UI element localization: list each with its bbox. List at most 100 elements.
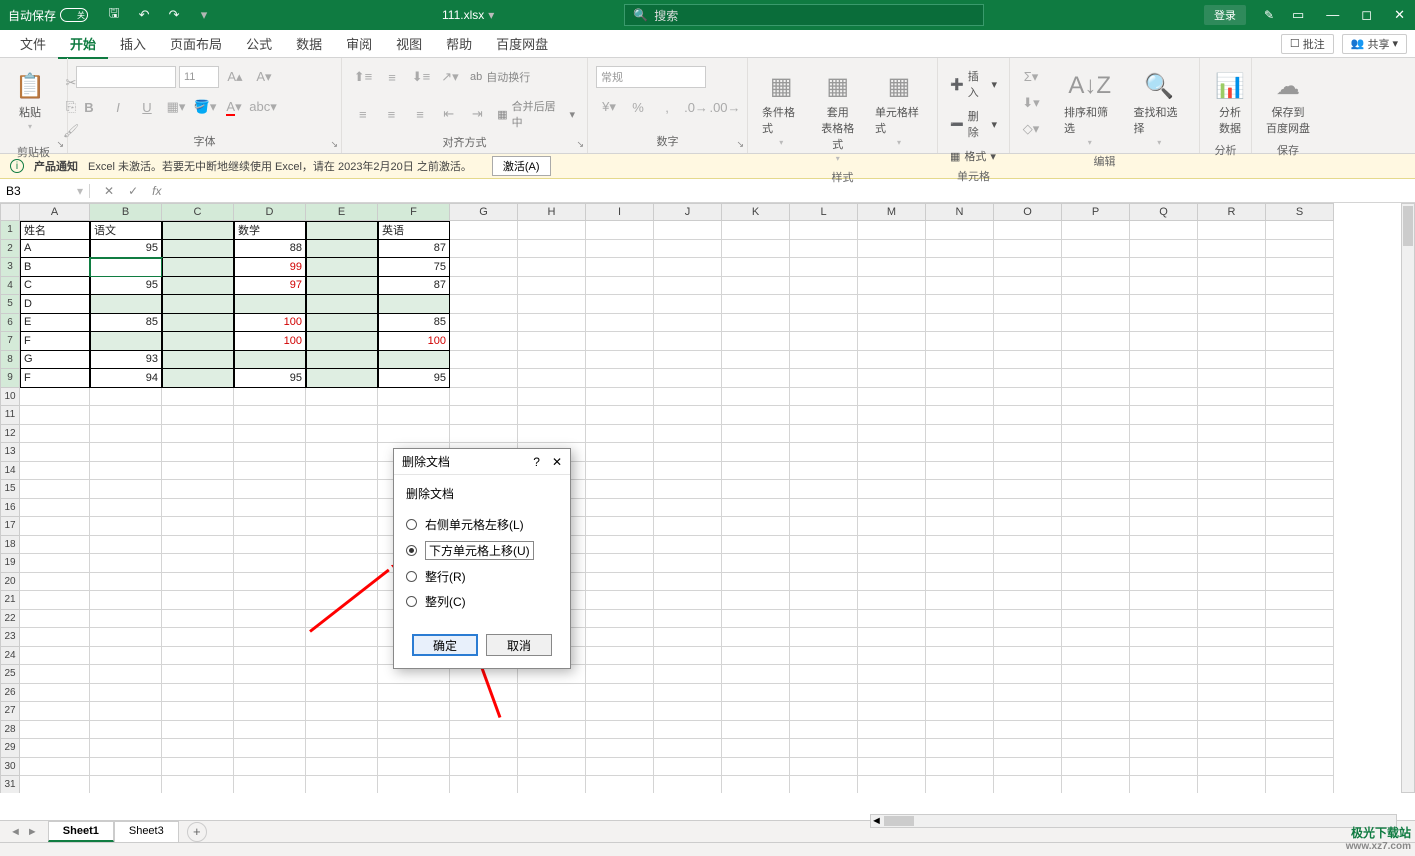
- cell[interactable]: [994, 425, 1062, 444]
- wrap-text-button[interactable]: ab 自动换行: [466, 67, 534, 87]
- cell[interactable]: [722, 277, 790, 296]
- cell[interactable]: [722, 721, 790, 740]
- number-format-select[interactable]: [596, 66, 706, 88]
- cell[interactable]: [1062, 499, 1130, 518]
- cell[interactable]: [926, 665, 994, 684]
- col-header-L[interactable]: L: [790, 203, 858, 221]
- cell[interactable]: [90, 628, 162, 647]
- cell[interactable]: [1198, 702, 1266, 721]
- cell[interactable]: [450, 314, 518, 333]
- cell[interactable]: [1266, 221, 1334, 240]
- cell[interactable]: [1130, 314, 1198, 333]
- cell[interactable]: [654, 314, 722, 333]
- cell[interactable]: [1266, 388, 1334, 407]
- cell[interactable]: [926, 425, 994, 444]
- cell[interactable]: [790, 314, 858, 333]
- cell[interactable]: [1130, 221, 1198, 240]
- cell[interactable]: [858, 388, 926, 407]
- font-select[interactable]: [76, 66, 176, 88]
- col-header-A[interactable]: A: [20, 203, 90, 221]
- radio-option-0[interactable]: 右侧单元格左移(L): [406, 512, 558, 537]
- cell[interactable]: [1198, 499, 1266, 518]
- cell[interactable]: [20, 628, 90, 647]
- cell[interactable]: [518, 776, 586, 793]
- cell[interactable]: [1266, 258, 1334, 277]
- cancel-fx-icon[interactable]: ✕: [104, 184, 114, 198]
- cell[interactable]: [20, 517, 90, 536]
- cell[interactable]: [234, 628, 306, 647]
- cell[interactable]: [378, 425, 450, 444]
- cell[interactable]: [162, 258, 234, 277]
- row-header-11[interactable]: 11: [0, 406, 20, 425]
- cell[interactable]: [586, 554, 654, 573]
- cell[interactable]: [1062, 758, 1130, 777]
- cell[interactable]: 100: [378, 332, 450, 351]
- cell[interactable]: [654, 758, 722, 777]
- cell[interactable]: [586, 684, 654, 703]
- cell[interactable]: [1130, 702, 1198, 721]
- cell[interactable]: [1198, 351, 1266, 370]
- cell[interactable]: [306, 425, 378, 444]
- cell[interactable]: [722, 221, 790, 240]
- cell[interactable]: [306, 665, 378, 684]
- row-header-3[interactable]: 3: [0, 258, 20, 277]
- cell[interactable]: [926, 499, 994, 518]
- border-icon[interactable]: ▦▾: [163, 96, 189, 118]
- fill-icon[interactable]: ⬇▾: [1018, 92, 1044, 114]
- cell[interactable]: [994, 721, 1062, 740]
- cell[interactable]: [20, 462, 90, 481]
- cell[interactable]: [1130, 332, 1198, 351]
- radio-option-3[interactable]: 整列(C): [406, 589, 558, 614]
- cell[interactable]: [586, 221, 654, 240]
- col-header-J[interactable]: J: [654, 203, 722, 221]
- cell[interactable]: [306, 221, 378, 240]
- cell[interactable]: [162, 406, 234, 425]
- cell[interactable]: [858, 610, 926, 629]
- cell[interactable]: [306, 739, 378, 758]
- cell[interactable]: [994, 647, 1062, 666]
- cell[interactable]: [306, 388, 378, 407]
- cell[interactable]: [994, 369, 1062, 388]
- cell[interactable]: [90, 758, 162, 777]
- cell[interactable]: [654, 721, 722, 740]
- cell[interactable]: [1266, 499, 1334, 518]
- cell[interactable]: [994, 776, 1062, 793]
- col-header-R[interactable]: R: [1198, 203, 1266, 221]
- launcher-icon[interactable]: ↘: [576, 139, 584, 150]
- cell[interactable]: [234, 647, 306, 666]
- close-dialog-icon[interactable]: ✕: [552, 455, 562, 469]
- launcher-icon[interactable]: ↘: [56, 139, 64, 150]
- cell[interactable]: [654, 573, 722, 592]
- cell[interactable]: [1198, 573, 1266, 592]
- cell[interactable]: [1266, 295, 1334, 314]
- cell[interactable]: [378, 295, 450, 314]
- row-header-10[interactable]: 10: [0, 388, 20, 407]
- login-button[interactable]: 登录: [1204, 5, 1246, 25]
- cell[interactable]: [90, 591, 162, 610]
- cell[interactable]: [20, 406, 90, 425]
- row-header-9[interactable]: 9: [0, 369, 20, 388]
- cell[interactable]: [994, 739, 1062, 758]
- cell[interactable]: [162, 573, 234, 592]
- cell[interactable]: [162, 499, 234, 518]
- cell[interactable]: [1130, 665, 1198, 684]
- col-header-E[interactable]: E: [306, 203, 378, 221]
- format-cells-button[interactable]: ▦ 格式 ▾: [946, 146, 1001, 166]
- menu-tab-5[interactable]: 数据: [284, 32, 334, 57]
- cell[interactable]: [926, 684, 994, 703]
- cell[interactable]: A: [20, 240, 90, 259]
- cell[interactable]: [858, 721, 926, 740]
- cell[interactable]: [790, 425, 858, 444]
- cell[interactable]: [518, 295, 586, 314]
- cell[interactable]: [1062, 443, 1130, 462]
- decrease-decimal-icon[interactable]: .00→: [712, 96, 738, 118]
- cell[interactable]: 95: [234, 369, 306, 388]
- cell[interactable]: [654, 332, 722, 351]
- cell[interactable]: G: [20, 351, 90, 370]
- cell[interactable]: [306, 702, 378, 721]
- row-header-18[interactable]: 18: [0, 536, 20, 555]
- cell[interactable]: [1198, 721, 1266, 740]
- cell[interactable]: [234, 462, 306, 481]
- cell[interactable]: [1130, 240, 1198, 259]
- cell[interactable]: [994, 702, 1062, 721]
